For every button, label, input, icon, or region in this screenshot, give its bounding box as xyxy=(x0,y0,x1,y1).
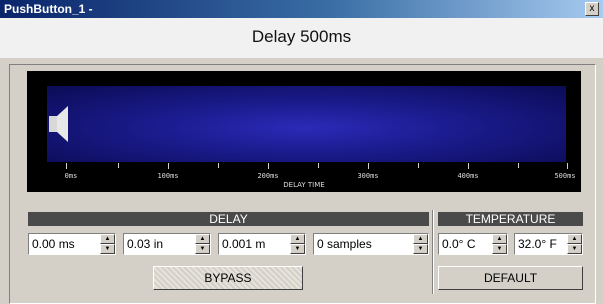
axis-tick xyxy=(66,163,67,169)
default-button[interactable]: DEFAULT xyxy=(438,266,583,290)
stepper-buttons: ▲ ▼ xyxy=(290,234,305,254)
axis-label: 200ms xyxy=(257,172,279,180)
axis-label: 500ms xyxy=(554,172,576,180)
axis-label: 0ms xyxy=(64,172,78,180)
bypass-button[interactable]: BYPASS xyxy=(153,266,303,290)
delay-meters-value[interactable]: 0.001 m xyxy=(222,237,265,251)
stepper-buttons: ▲ ▼ xyxy=(100,234,115,254)
stepper-buttons: ▲ ▼ xyxy=(492,234,507,254)
axis-tick xyxy=(318,163,319,168)
stepper-down-button[interactable]: ▼ xyxy=(492,244,507,254)
axis-tick xyxy=(218,163,219,168)
delay-visualization xyxy=(47,86,566,162)
header: Delay 500ms xyxy=(0,18,603,58)
temperature-celsius-stepper[interactable]: 0.0° C ▲ ▼ xyxy=(438,233,508,255)
delay-samples-stepper[interactable]: 0 samples ▲ ▼ xyxy=(313,233,429,255)
close-button[interactable]: x xyxy=(585,2,599,16)
axis-title: DELAY TIME xyxy=(283,181,325,189)
stepper-up-button[interactable]: ▲ xyxy=(413,234,428,244)
temperature-fahrenheit-stepper[interactable]: 32.0° F ▲ ▼ xyxy=(514,233,583,255)
stepper-buttons: ▲ ▼ xyxy=(567,234,582,254)
temperature-celsius-value[interactable]: 0.0° C xyxy=(442,237,475,251)
title-bar: PushButton_1 - x xyxy=(0,0,603,18)
speaker-icon xyxy=(49,106,68,142)
axis-label: 400ms xyxy=(457,172,479,180)
axis-tick xyxy=(118,163,119,168)
temperature-section-header: TEMPERATURE xyxy=(438,212,583,226)
delay-samples-value[interactable]: 0 samples xyxy=(317,237,372,251)
stepper-buttons: ▲ ▼ xyxy=(413,234,428,254)
axis-label: 300ms xyxy=(357,172,379,180)
stepper-up-button[interactable]: ▲ xyxy=(100,234,115,244)
stepper-up-button[interactable]: ▲ xyxy=(195,234,210,244)
close-icon: x xyxy=(589,3,595,14)
delay-section-header: DELAY xyxy=(28,212,429,226)
stepper-down-button[interactable]: ▼ xyxy=(567,244,582,254)
axis-tick xyxy=(268,163,269,169)
stepper-up-button[interactable]: ▲ xyxy=(492,234,507,244)
delay-inches-value[interactable]: 0.03 in xyxy=(127,237,163,251)
section-divider xyxy=(432,210,434,294)
window-title: PushButton_1 - xyxy=(4,2,93,16)
stepper-down-button[interactable]: ▼ xyxy=(290,244,305,254)
delay-ms-value[interactable]: 0.00 ms xyxy=(32,237,75,251)
delay-time-axis: 0ms 100ms 200ms 300ms 400ms 500ms DELAY … xyxy=(27,163,581,192)
axis-tick xyxy=(518,163,519,168)
axis-tick xyxy=(468,163,469,169)
stepper-down-button[interactable]: ▼ xyxy=(413,244,428,254)
delay-meters-stepper[interactable]: 0.001 m ▲ ▼ xyxy=(218,233,306,255)
page-title: Delay 500ms xyxy=(251,27,352,46)
stepper-up-button[interactable]: ▲ xyxy=(567,234,582,244)
stepper-down-button[interactable]: ▼ xyxy=(100,244,115,254)
axis-tick xyxy=(418,163,419,168)
stepper-up-button[interactable]: ▲ xyxy=(290,234,305,244)
delay-inches-stepper[interactable]: 0.03 in ▲ ▼ xyxy=(123,233,211,255)
axis-tick xyxy=(368,163,369,169)
axis-tick xyxy=(168,163,169,169)
stepper-down-button[interactable]: ▼ xyxy=(195,244,210,254)
axis-label: 100ms xyxy=(157,172,179,180)
delay-ms-stepper[interactable]: 0.00 ms ▲ ▼ xyxy=(28,233,116,255)
stepper-buttons: ▲ ▼ xyxy=(195,234,210,254)
axis-tick xyxy=(567,163,568,169)
temperature-fahrenheit-value[interactable]: 32.0° F xyxy=(518,237,557,251)
